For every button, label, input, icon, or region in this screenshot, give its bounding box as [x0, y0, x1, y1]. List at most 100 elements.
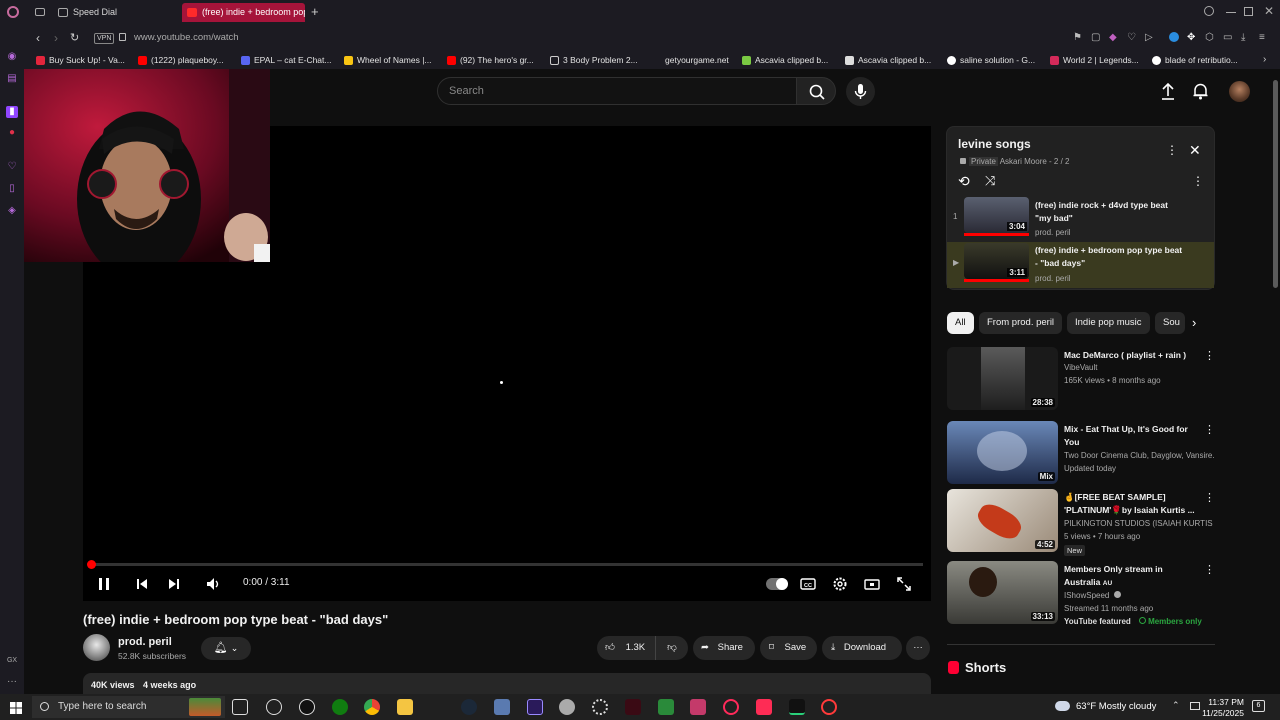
next-button[interactable]	[165, 575, 183, 593]
after-effects-icon[interactable]	[527, 699, 543, 715]
recommendation-item[interactable]: 4:52 🤞[FREE BEAT SAMPLE] 'PLATINUM'🌹by I…	[947, 489, 1215, 556]
reload-icon[interactable]: ↻	[70, 31, 79, 44]
windows-start-icon[interactable]	[10, 701, 22, 714]
more-vertical-icon[interactable]: ⋮	[1204, 349, 1215, 362]
network-icon[interactable]	[1190, 702, 1200, 710]
forward-icon[interactable]: ›	[54, 31, 58, 45]
shuffle-icon[interactable]: ⤨	[985, 173, 995, 189]
shield-icon[interactable]: ◆	[1109, 32, 1117, 43]
previous-button[interactable]	[133, 575, 151, 593]
more-bookmarks-icon[interactable]: ›	[1263, 54, 1266, 65]
recommendation-item[interactable]: 28:38 Mac DeMarco ( playlist + rain ) Vi…	[947, 347, 1215, 413]
twitch-icon[interactable]: ▮	[6, 106, 18, 118]
tray-chevron-icon[interactable]: ⌃	[1172, 700, 1180, 711]
notifications-bell-icon[interactable]	[1192, 82, 1209, 100]
download-button[interactable]: ⤓ Download	[822, 636, 902, 660]
file-explorer-icon[interactable]	[397, 699, 413, 715]
tab-overview-icon[interactable]	[35, 8, 45, 16]
dislike-button[interactable]: 👎︎	[655, 636, 688, 660]
bookmark-page-icon[interactable]: ⚑	[1073, 32, 1082, 43]
heart-icon[interactable]: ♡	[1127, 32, 1136, 43]
weather-widget[interactable]: 63°F Mostly cloudy	[1076, 701, 1156, 712]
like-button[interactable]: 👍︎ 1.3K	[597, 636, 655, 660]
back-icon[interactable]: ‹	[36, 31, 40, 45]
settings-icon[interactable]	[592, 699, 608, 715]
loop-icon[interactable]: ⟲	[958, 173, 970, 190]
bookmark-item[interactable]: saline solution - G...	[947, 54, 1035, 67]
recommendation-item[interactable]: 33:13 Members Only stream in Australia A…	[947, 561, 1215, 627]
vpn-badge[interactable]: VPN	[94, 33, 115, 44]
playlist-more-icon[interactable]: ⋮	[1166, 143, 1178, 157]
chip-partial[interactable]: Sou	[1155, 312, 1185, 334]
bookmark-item[interactable]: (92) The hero's gr...	[447, 54, 534, 67]
tiktok-icon[interactable]	[756, 699, 772, 715]
taskbar-app-icon[interactable]	[266, 699, 282, 715]
taskbar-app-icon[interactable]	[625, 699, 641, 715]
subscription-bell-button[interactable]: 🔔︎ ⌄	[201, 637, 251, 660]
close-window-button[interactable]: ✕	[1264, 4, 1274, 18]
theater-mode-button[interactable]	[863, 575, 881, 593]
chips-next-icon[interactable]: ›	[1192, 315, 1196, 330]
bookmark-item[interactable]: EPAL – cat E-Chat...	[241, 54, 331, 67]
messenger-icon[interactable]: ◉	[6, 51, 18, 63]
chip-all[interactable]: All	[947, 312, 974, 334]
more-icon[interactable]: ···	[6, 676, 18, 688]
wallet-icon[interactable]: ▭	[1223, 32, 1232, 43]
xbox-icon[interactable]	[332, 699, 348, 715]
volume-button[interactable]	[204, 575, 222, 593]
download-icon[interactable]: ⤓	[1241, 32, 1245, 43]
autoplay-toggle[interactable]	[766, 578, 788, 590]
system-clock[interactable]: 11:37 PM 11/25/2025	[1200, 697, 1244, 719]
close-playlist-icon[interactable]: ✕	[1189, 142, 1201, 159]
tab-speed-dial[interactable]: Speed Dial	[53, 3, 179, 22]
steam-icon[interactable]	[461, 699, 477, 715]
save-button[interactable]: ⌑ Save	[760, 636, 817, 660]
snapshot-icon[interactable]: ▢	[1091, 32, 1100, 43]
news-icon[interactable]: ▤	[6, 73, 18, 85]
scrollbar-thumb[interactable]	[1273, 80, 1278, 288]
progress-scrubber[interactable]	[87, 560, 96, 569]
gx-icon[interactable]: GX	[6, 655, 18, 667]
player-icon[interactable]: ▷	[1145, 32, 1153, 43]
bookmark-item[interactable]: Wheel of Names |...	[344, 54, 431, 67]
captions-button[interactable]: CC	[799, 575, 817, 593]
bookmark-item[interactable]: 3 Body Problem 2...	[550, 54, 638, 67]
channel-avatar[interactable]	[83, 634, 110, 661]
more-vertical-icon[interactable]: ⋮	[1204, 563, 1215, 576]
maximize-button[interactable]	[1244, 7, 1253, 16]
extension-blue-icon[interactable]	[1169, 32, 1179, 42]
url-field[interactable]: www.youtube.com/watch	[134, 32, 239, 43]
taskbar-app-icon[interactable]	[789, 699, 805, 715]
chrome-icon[interactable]	[364, 699, 380, 715]
description-box[interactable]: 40K views 4 weeks ago	[83, 673, 931, 694]
heart-icon[interactable]: ♡	[6, 161, 18, 173]
recommendation-item[interactable]: Mix Mix - Eat That Up, It's Good for You…	[947, 421, 1215, 487]
bookmark-item[interactable]: (1222) plaqueboy...	[138, 54, 224, 67]
tab-youtube[interactable]: (free) indie + bedroom pop type beat - "…	[182, 3, 305, 22]
history-icon[interactable]: ▯	[6, 183, 18, 195]
bookmark-item[interactable]: getyourgame.net	[652, 54, 729, 67]
new-tab-button[interactable]: +	[311, 4, 319, 19]
bookmark-item[interactable]: World 2 | Legends...	[1050, 54, 1139, 67]
playlist-options-icon[interactable]: ⋮	[1192, 174, 1204, 188]
bookmark-item[interactable]: Ascavia clipped b...	[742, 54, 828, 67]
more-vertical-icon[interactable]: ⋮	[1204, 423, 1215, 436]
avatar[interactable]	[1229, 81, 1250, 102]
bookmark-item[interactable]: Buy Suck Up! - Va...	[36, 54, 125, 67]
puzzle-icon[interactable]: ⬡	[1205, 32, 1214, 43]
playlist-title[interactable]: levine songs	[958, 137, 1031, 151]
taskbar-app-icon[interactable]	[821, 699, 837, 715]
upload-icon[interactable]	[1159, 81, 1177, 101]
fullscreen-button[interactable]	[895, 575, 913, 593]
minimize-button[interactable]	[1226, 12, 1236, 13]
menu-icon[interactable]: ≡	[1259, 32, 1265, 43]
voice-search-button[interactable]	[846, 77, 875, 106]
playlist-item[interactable]: 1 3:04 (free) indie rock + d4vd type bea…	[947, 196, 1214, 242]
taskbar-search[interactable]: Type here to search	[32, 696, 225, 718]
task-view-icon[interactable]	[232, 699, 248, 715]
taskbar-app-icon[interactable]	[690, 699, 706, 715]
opera-logo-icon[interactable]	[7, 6, 19, 18]
extension-icon[interactable]: ✥	[1187, 32, 1195, 43]
taskbar-app-icon[interactable]	[559, 699, 575, 715]
music-icon[interactable]: ●	[6, 127, 18, 139]
